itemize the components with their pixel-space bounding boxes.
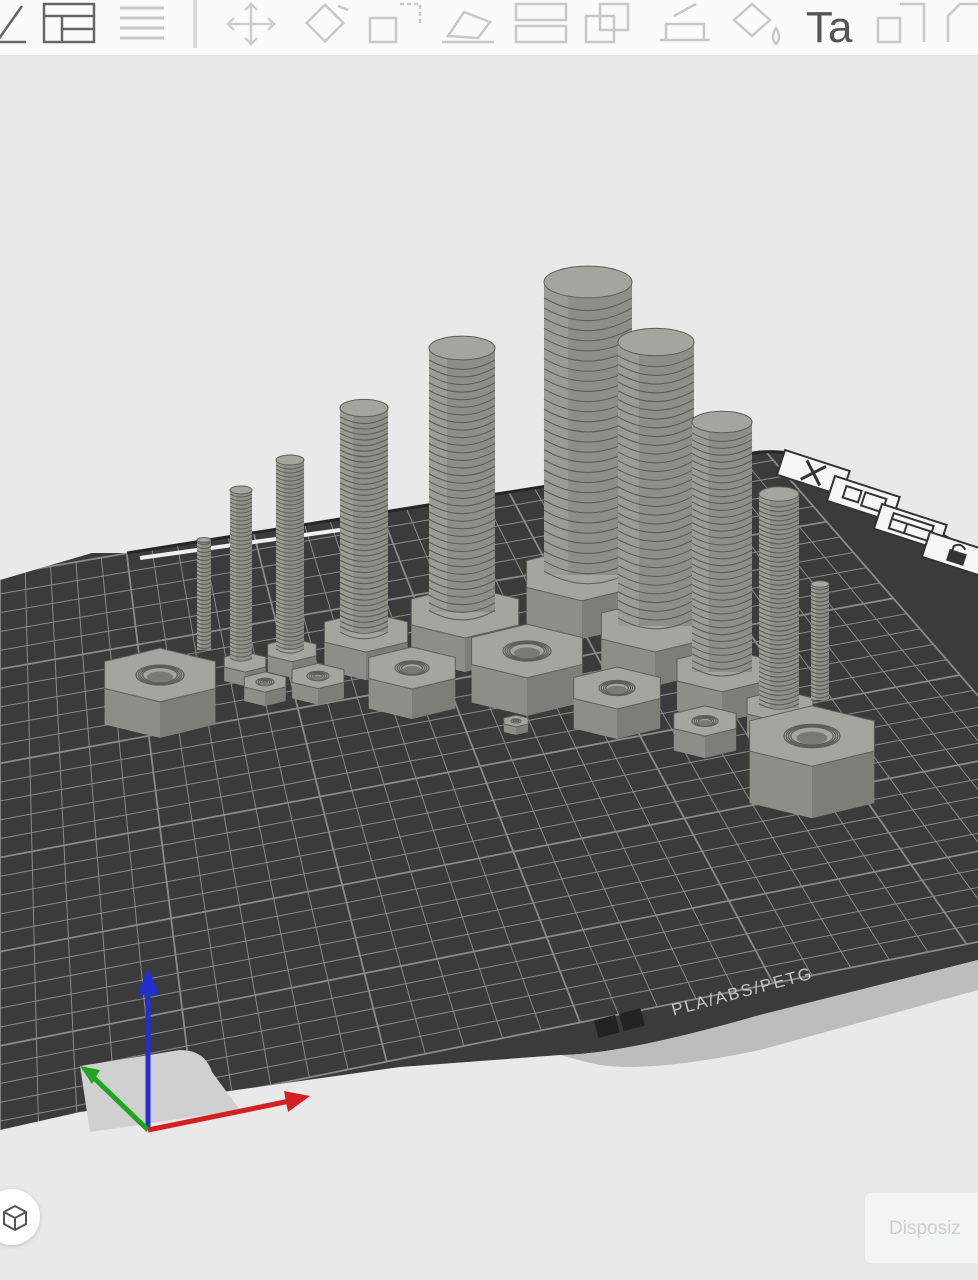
support-paint-icon[interactable]: [654, 0, 716, 48]
view-cube-icon: [3, 1204, 27, 1232]
nut-m8[interactable]: [368, 646, 456, 719]
rotate-icon[interactable]: [294, 0, 356, 48]
top-toolbar: Ta: [0, 0, 978, 56]
bolt-m10[interactable]: [428, 335, 496, 621]
nut-m14[interactable]: [104, 647, 216, 738]
nut-m12[interactable]: [471, 623, 583, 716]
nut-m3[interactable]: [243, 671, 287, 707]
bolt-m10b[interactable]: [691, 410, 753, 677]
arrange-button[interactable]: Disposiz: [864, 1192, 978, 1264]
nut-m2[interactable]: [503, 714, 529, 735]
bolt-m8[interactable]: [339, 398, 389, 640]
layout-grid-icon[interactable]: [42, 0, 98, 48]
cut-icon[interactable]: [510, 0, 572, 48]
nut-m6[interactable]: [673, 705, 737, 759]
nut-m10[interactable]: [573, 666, 661, 739]
mesh-boolean-icon[interactable]: [582, 0, 644, 48]
move-icon[interactable]: [220, 0, 282, 48]
list-icon[interactable]: [116, 0, 168, 48]
scale-icon[interactable]: [366, 0, 428, 48]
nut-m16[interactable]: [749, 705, 875, 819]
bolt-m4b[interactable]: [810, 580, 830, 703]
color-paint-icon[interactable]: [726, 0, 788, 48]
nut-m4[interactable]: [291, 662, 345, 705]
bolt-m3[interactable]: [196, 536, 212, 650]
bolt-m12[interactable]: [617, 327, 695, 630]
x-axis-arrow-icon: [284, 1091, 310, 1112]
seam-paint-icon[interactable]: [872, 0, 934, 48]
plate-edit-icon[interactable]: [0, 0, 30, 48]
more-icon[interactable]: [944, 0, 978, 48]
bolt-m8b[interactable]: [758, 486, 800, 710]
bolt-m4[interactable]: [229, 485, 253, 662]
3d-viewport[interactable]: PLA/ABS/PETG: [0, 56, 978, 1280]
bolt-m5[interactable]: [275, 454, 305, 654]
text-emboss-icon[interactable]: Ta: [800, 0, 862, 48]
toolbar-separator: [193, 0, 197, 48]
text-emboss-label: Ta: [806, 3, 853, 48]
place-on-face-icon[interactable]: [438, 0, 500, 48]
